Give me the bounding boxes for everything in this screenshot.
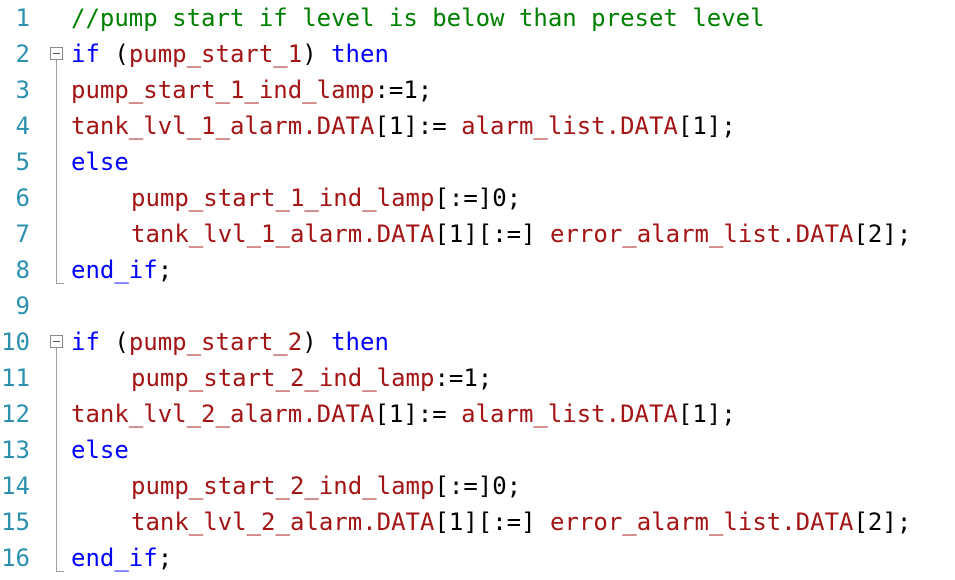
- code-line[interactable]: 4 tank_lvl_1_alarm.DATA[1]:= alarm_list.D…: [0, 108, 955, 144]
- code-text[interactable]: tank_lvl_2_alarm.DATA[1][:=] error_alarm…: [131, 504, 911, 540]
- line-number: 10: [1, 328, 30, 356]
- token-plain: [1];: [677, 112, 736, 140]
- token-id: tank_lvl_2_alarm.DATA: [131, 508, 435, 536]
- token-id: tank_lvl_1_alarm.DATA: [131, 220, 435, 248]
- code-text[interactable]: tank_lvl_1_alarm.DATA[1]:= alarm_list.DA…: [71, 108, 736, 144]
- code-line[interactable]: 15 tank_lvl_2_alarm.DATA[1][:=] error_ala…: [0, 504, 955, 540]
- code-line[interactable]: 3 pump_start_1_ind_lamp:=1;: [0, 72, 955, 108]
- token-id: pump_start_1_ind_lamp: [71, 76, 375, 104]
- line-number: 16: [1, 544, 30, 572]
- fold-end-marker: [56, 571, 64, 572]
- code-text[interactable]: tank_lvl_1_alarm.DATA[1][:=] error_alarm…: [131, 216, 911, 252]
- line-number: 9: [15, 292, 30, 320]
- fold-guide-line: [56, 348, 57, 571]
- line-number: 6: [15, 184, 30, 212]
- code-line[interactable]: 13 else: [0, 432, 955, 468]
- code-line[interactable]: 6 pump_start_1_ind_lamp[:=]0;: [0, 180, 955, 216]
- line-number: 13: [1, 436, 30, 464]
- token-plain: [2];: [853, 220, 912, 248]
- token-plain: :=1;: [374, 76, 433, 104]
- token-plain: ;: [157, 544, 173, 572]
- token-plain: [1][:=]: [434, 220, 551, 248]
- token-plain: [1];: [677, 400, 736, 428]
- fold-end-marker: [56, 283, 64, 284]
- code-line[interactable]: 10 if (pump_start_2) then: [0, 324, 955, 360]
- code-editor[interactable]: 1 //pump start if level is below than pre…: [0, 0, 955, 580]
- line-number: 1: [15, 4, 30, 32]
- code-line[interactable]: 1 //pump start if level is below than pre…: [0, 0, 955, 36]
- token-kw: else: [71, 148, 129, 176]
- code-text[interactable]: end_if;: [71, 540, 172, 576]
- code-line[interactable]: 14 pump_start_2_ind_lamp[:=]0;: [0, 468, 955, 504]
- code-line[interactable]: 11 pump_start_2_ind_lamp:=1;: [0, 360, 955, 396]
- token-id: alarm_list.DATA: [461, 112, 678, 140]
- code-line[interactable]: 5 else: [0, 144, 955, 180]
- line-number: 12: [1, 400, 30, 428]
- line-number: 5: [15, 148, 30, 176]
- token-id: pump_start_1: [128, 40, 303, 68]
- token-plain: ): [302, 328, 332, 356]
- token-plain: :=1;: [434, 364, 493, 392]
- code-text[interactable]: pump_start_2_ind_lamp:=1;: [131, 360, 492, 396]
- code-line[interactable]: 12 tank_lvl_2_alarm.DATA[1]:= alarm_list.…: [0, 396, 955, 432]
- token-plain: [1]:=: [374, 400, 462, 428]
- fold-guide-line: [56, 60, 57, 283]
- code-text[interactable]: pump_start_1_ind_lamp:=1;: [71, 72, 432, 108]
- token-kw: then: [331, 328, 389, 356]
- line-number: 11: [1, 364, 30, 392]
- token-id: pump_start_2_ind_lamp: [131, 364, 435, 392]
- token-plain: ): [302, 40, 332, 68]
- code-text[interactable]: //pump start if level is below than pres…: [71, 0, 765, 36]
- code-line[interactable]: 9: [0, 288, 955, 324]
- line-number: 2: [15, 40, 30, 68]
- code-text[interactable]: if (pump_start_2) then: [71, 324, 389, 360]
- code-line[interactable]: 16 end_if;: [0, 540, 955, 576]
- code-text[interactable]: pump_start_2_ind_lamp[:=]0;: [131, 468, 521, 504]
- token-plain: [1]:=: [374, 112, 462, 140]
- token-id: error_alarm_list.DATA: [550, 220, 854, 248]
- line-number: 4: [15, 112, 30, 140]
- token-kw: if: [71, 40, 100, 68]
- fold-collapse-icon[interactable]: [50, 47, 63, 60]
- token-id: pump_start_2: [128, 328, 303, 356]
- token-plain: [:=]0;: [434, 184, 522, 212]
- line-number: 15: [1, 508, 30, 536]
- line-number: 3: [15, 76, 30, 104]
- code-text[interactable]: end_if;: [71, 252, 172, 288]
- token-id: pump_start_2_ind_lamp: [131, 472, 435, 500]
- token-plain: [2];: [853, 508, 912, 536]
- code-line[interactable]: 2 if (pump_start_1) then: [0, 36, 955, 72]
- token-id: tank_lvl_2_alarm.DATA: [71, 400, 375, 428]
- token-plain: ;: [157, 256, 173, 284]
- token-kw: if: [71, 328, 100, 356]
- token-kw: end_if: [71, 256, 158, 284]
- line-number: 8: [15, 256, 30, 284]
- code-text[interactable]: else: [71, 432, 129, 468]
- line-number: 7: [15, 220, 30, 248]
- token-id: tank_lvl_1_alarm.DATA: [71, 112, 375, 140]
- fold-collapse-icon[interactable]: [50, 335, 63, 348]
- code-text[interactable]: if (pump_start_1) then: [71, 36, 389, 72]
- token-id: error_alarm_list.DATA: [550, 508, 854, 536]
- token-id: pump_start_1_ind_lamp: [131, 184, 435, 212]
- token-plain: [1][:=]: [434, 508, 551, 536]
- code-line[interactable]: 8 end_if;: [0, 252, 955, 288]
- token-kw: else: [71, 436, 129, 464]
- token-plain: (: [99, 328, 129, 356]
- line-number: 14: [1, 472, 30, 500]
- token-kw: end_if: [71, 544, 158, 572]
- code-line[interactable]: 7 tank_lvl_1_alarm.DATA[1][:=] error_alar…: [0, 216, 955, 252]
- code-text[interactable]: pump_start_1_ind_lamp[:=]0;: [131, 180, 521, 216]
- token-comment: //pump start if level is below than pres…: [71, 4, 765, 32]
- token-id: alarm_list.DATA: [461, 400, 678, 428]
- token-plain: (: [99, 40, 129, 68]
- token-plain: [:=]0;: [434, 472, 522, 500]
- code-text[interactable]: tank_lvl_2_alarm.DATA[1]:= alarm_list.DA…: [71, 396, 736, 432]
- token-kw: then: [331, 40, 389, 68]
- code-text[interactable]: else: [71, 144, 129, 180]
